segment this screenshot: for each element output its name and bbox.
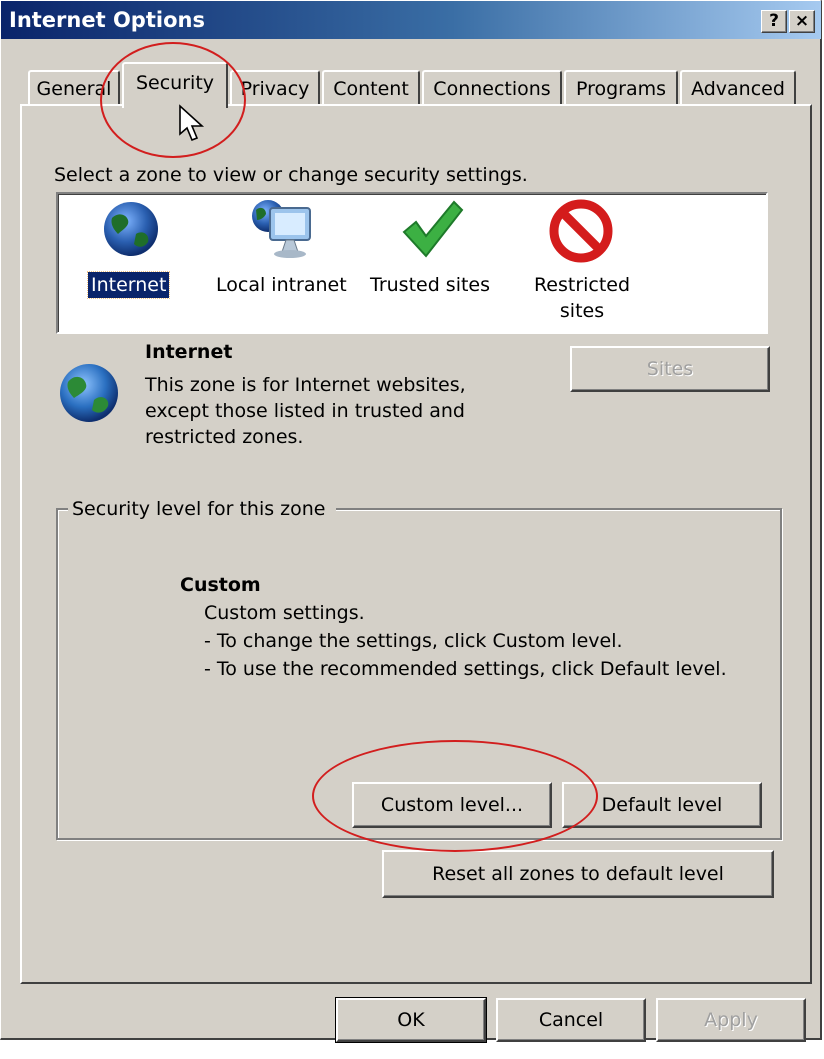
zone-info-line3: restricted zones. [145,426,304,448]
sites-button[interactable]: Sites [570,346,770,392]
prohibited-icon[interactable] [548,198,614,264]
globe-icon [60,364,118,422]
zone-restricted-sites-label[interactable]: Restricted sites [526,272,638,324]
zone-instruction: Select a zone to view or change security… [54,164,528,186]
zone-info-line2: except those listed in trusted and [145,400,465,422]
security-level-desc-line1: Custom settings. [204,602,365,624]
zone-local-intranet-label[interactable]: Local intranet [216,272,347,298]
apply-button[interactable]: Apply [656,998,806,1042]
security-level-desc-line3: - To use the recommended settings, click… [204,658,727,680]
intranet-icon[interactable] [248,198,318,260]
custom-level-highlight-ellipse [312,740,598,852]
zone-internet-label[interactable]: Internet [86,271,171,299]
zone-info-title: Internet [145,341,233,363]
zone-restricted-line1: Restricted [533,274,631,296]
reset-all-zones-button[interactable]: Reset all zones to default level [382,850,774,898]
security-tab-highlight-ellipse [100,42,246,158]
security-level-group-title: Security level for this zone [68,498,336,520]
checkmark-icon[interactable] [400,198,464,260]
ok-button[interactable]: OK [335,997,487,1043]
zone-restricted-line2: sites [559,300,605,322]
security-level-desc-line2: - To change the settings, click Custom l… [204,630,623,652]
zone-info-line1: This zone is for Internet websites, [145,374,466,396]
globe-icon[interactable] [102,200,160,258]
cancel-button[interactable]: Cancel [496,998,646,1042]
zone-trusted-sites-label[interactable]: Trusted sites [370,272,490,298]
security-level-name: Custom [180,574,261,596]
